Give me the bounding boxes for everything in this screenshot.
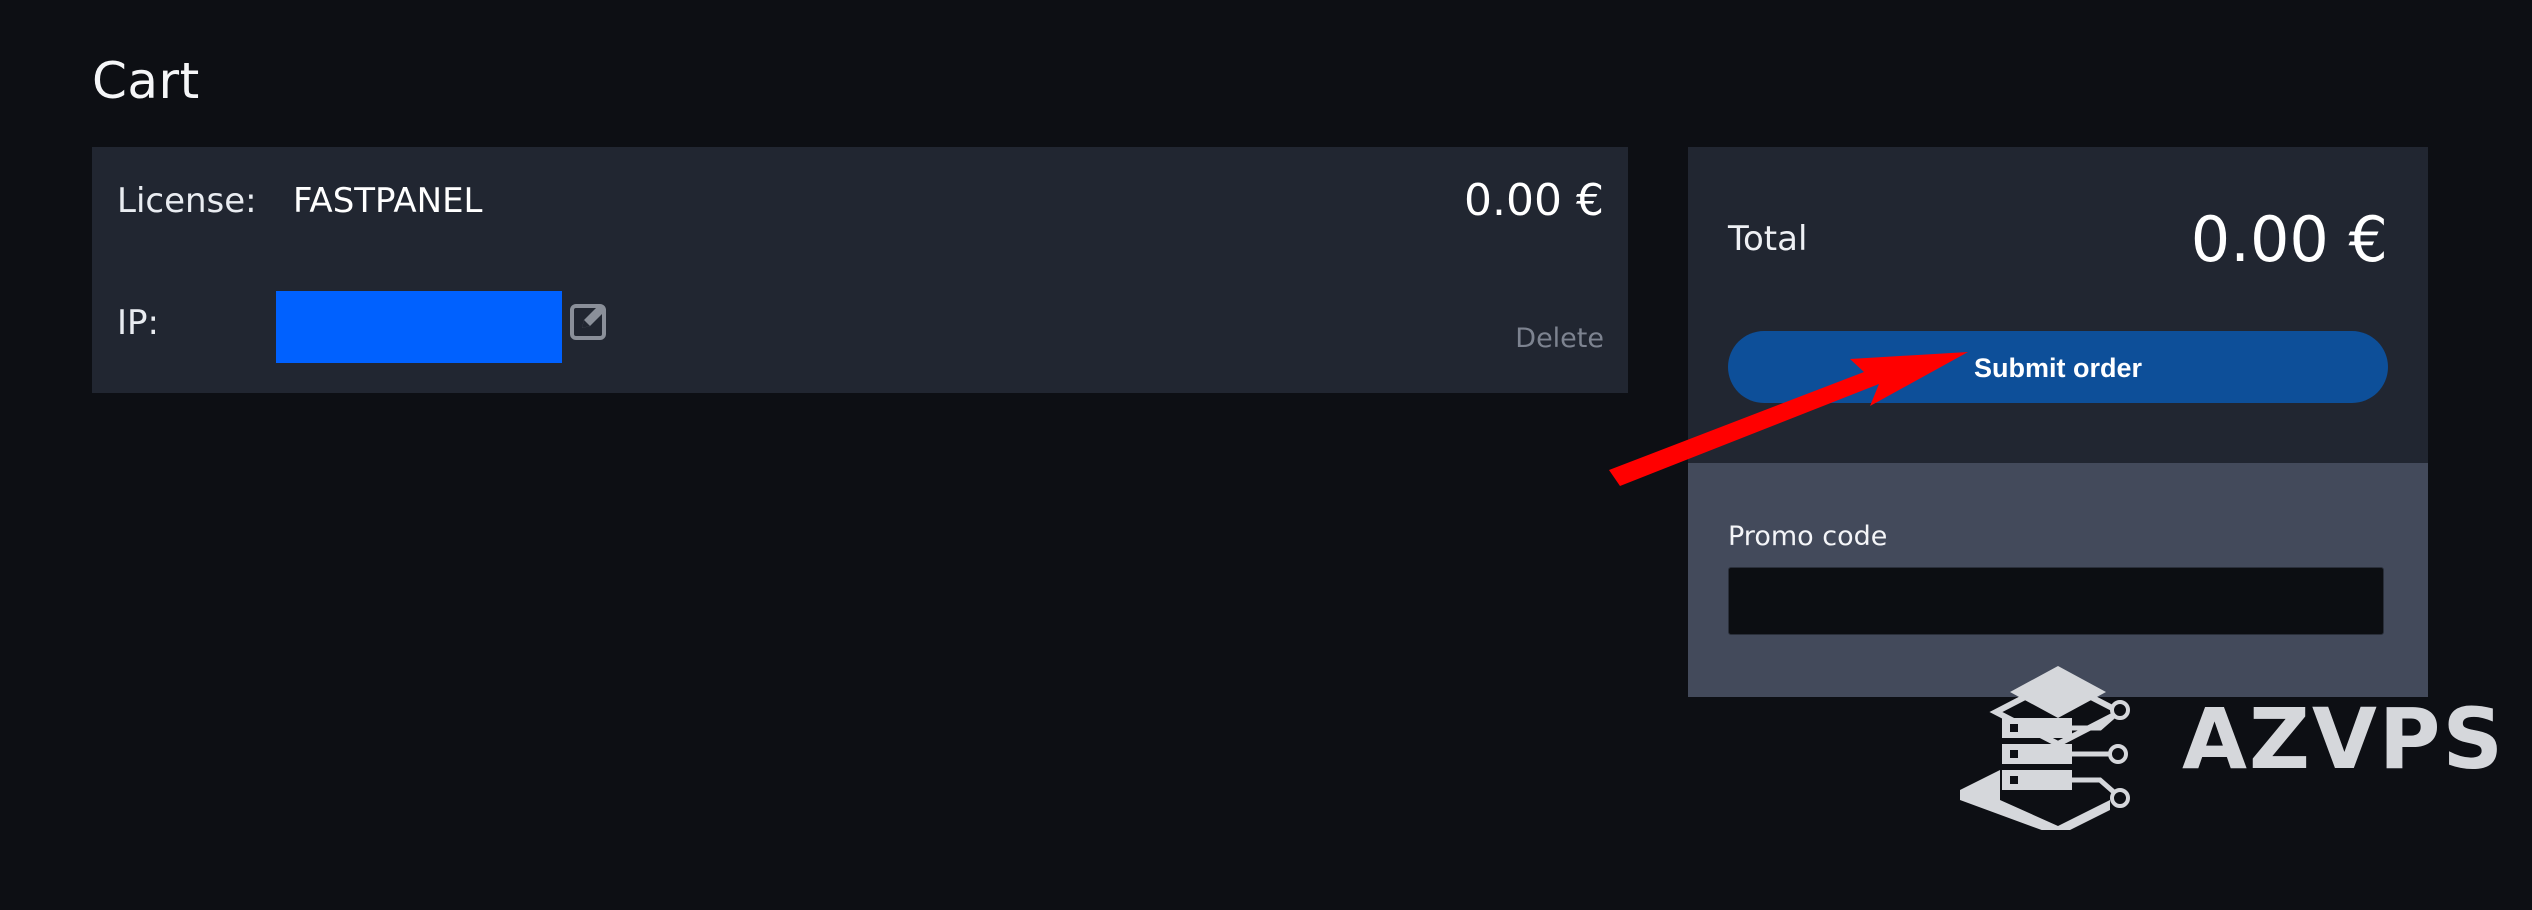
order-summary: Total 0.00 € Submit order Promo code [1688,147,2428,697]
license-price: 0.00 € [1464,175,1604,226]
summary-total-section: Total 0.00 € Submit order [1688,147,2428,463]
watermark: AZVPS [1960,660,2503,830]
edit-icon[interactable] [566,297,614,345]
promo-code-label: Promo code [1728,521,1888,552]
license-label: License: [117,181,257,221]
submit-order-button[interactable]: Submit order [1728,331,2388,403]
total-label: Total [1728,219,1808,259]
license-value: FASTPANEL [293,181,483,221]
ip-field[interactable] [276,291,562,363]
delete-link[interactable]: Delete [1515,323,1604,354]
watermark-text: AZVPS [2182,690,2505,788]
cart-item-panel: License: FASTPANEL 0.00 € IP: Delete [92,147,1628,393]
ip-label: IP: [117,303,159,343]
promo-code-input[interactable] [1728,567,2384,635]
page-title: Cart [92,52,200,110]
server-logo-icon [1960,666,2130,830]
total-value: 0.00 € [2190,203,2388,276]
